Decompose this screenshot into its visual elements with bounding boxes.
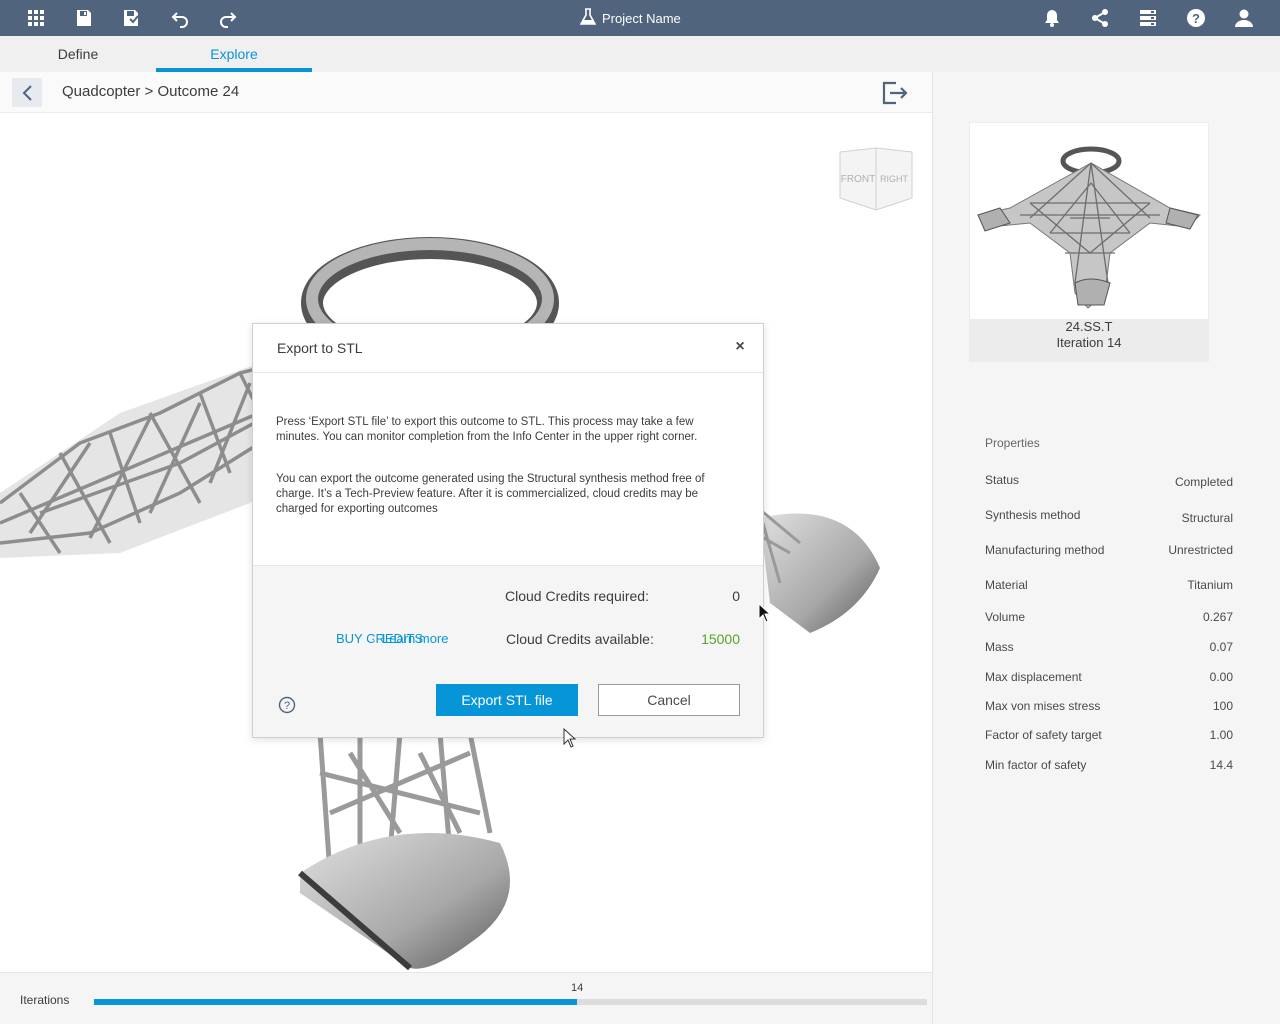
property-label: Mass [985,640,1014,654]
breadcrumb-bar: Quadcopter > Outcome 24 [0,72,932,113]
undo-icon[interactable] [166,4,194,32]
cancel-button[interactable]: Cancel [598,684,740,716]
tab-explore[interactable]: Explore [156,36,312,72]
viewcube-front-label[interactable]: FRONT [841,174,875,185]
iteration-bar: Iterations 14 [0,972,932,1024]
property-label: Max displacement [985,670,1082,684]
iteration-slider[interactable] [94,999,927,1005]
svg-text:?: ? [1192,11,1200,26]
viewcube-right-label[interactable]: RIGHT [880,174,909,184]
property-value: 14.4 [1209,758,1233,772]
dialog-title: Export to STL [277,340,363,356]
save-icon[interactable] [70,4,98,32]
credits-available-label: Cloud Credits available: [506,631,654,647]
property-value: Completed [1174,475,1233,489]
export-stl-button[interactable]: Export STL file [436,684,578,716]
outcome-card[interactable]: 24.SS.T Iteration 14 [969,122,1209,362]
view-cube[interactable]: FRONT RIGHT [836,142,914,212]
export-stl-dialog: Export to STL × Press ‘Export STL file’ … [252,323,764,738]
property-row: Status Completed [985,473,1233,489]
export-icon[interactable] [880,80,910,106]
top-bar: Project Name ? [0,0,1280,36]
outcome-card-title: 24.SS.T [1065,319,1113,334]
dialog-paragraph-1: Press ‘Export STL file’ to export this o… [276,416,698,443]
project-title: Project Name [579,7,681,29]
property-row: Min factor of safety 14.4 [985,758,1233,772]
property-value: Unrestricted [1168,543,1233,557]
link-separator: · [371,631,376,646]
iterations-label: Iterations [20,993,70,1007]
property-row: Synthesis method Structural [985,508,1233,525]
property-row: Manufacturing method Unrestricted [985,543,1233,557]
property-row: Factor of safety target 1.00 [985,728,1233,742]
property-value: 0.00 [1209,670,1233,684]
property-value: 100 [1212,699,1233,713]
credits-required-label: Cloud Credits required: [505,588,649,604]
svg-text:?: ? [284,700,290,712]
iteration-value: 14 [571,982,584,994]
save-as-icon[interactable] [117,4,145,32]
properties-heading: Properties [985,436,1040,450]
bell-icon[interactable] [1038,4,1066,32]
property-row: Max displacement 0.00 [985,670,1233,684]
breadcrumb: Quadcopter > Outcome 24 [62,83,240,100]
property-value: Titanium [1187,578,1233,592]
redo-icon[interactable] [214,4,242,32]
outcome-card-iteration: Iteration 14 [1056,335,1122,350]
tab-bar: Define Explore [0,36,1280,72]
property-value: 1.00 [1209,728,1233,742]
property-row: Material Titanium [985,578,1233,592]
back-button[interactable] [12,78,42,107]
property-label: Factor of safety target [985,728,1102,742]
close-icon[interactable]: × [733,339,747,355]
dialog-paragraph-2: You can export the outcome generated usi… [276,473,705,515]
iteration-slider-fill [94,999,578,1005]
outcome-thumbnail [970,123,1208,319]
user-icon[interactable] [1230,4,1258,32]
property-row: Max von mises stress 100 [985,699,1233,713]
property-value: Structural [1181,511,1233,525]
server-icon[interactable] [1134,4,1162,32]
property-label: Material [985,578,1028,592]
property-row: Volume 0.267 [985,610,1233,624]
help-icon[interactable]: ? [1182,4,1210,32]
dialog-footer: Cloud Credits required: 0 BUY CREDITS · … [253,565,763,737]
property-row: Mass 0.07 [985,640,1233,654]
outcome-panel: 24.SS.T Iteration 14 Properties Status Co… [933,72,1280,1024]
property-label: Min factor of safety [985,758,1087,772]
dialog-divider [253,372,763,373]
property-label: Volume [985,610,1026,624]
property-label: Status [985,473,1020,487]
property-value: 0.07 [1209,640,1233,654]
flask-icon [579,7,597,29]
property-label: Max von mises stress [985,699,1101,713]
property-label: Synthesis method [985,508,1081,522]
property-label: Manufacturing method [985,543,1105,557]
chevron-left-icon [22,84,32,101]
property-value: 0.267 [1202,610,1233,624]
project-name[interactable]: Project Name [602,11,681,26]
help-circle-icon[interactable]: ? [278,696,296,714]
credits-available-value: 15000 [701,631,740,647]
credits-required-value: 0 [732,588,740,604]
tab-define[interactable]: Define [0,36,156,72]
apps-grid-icon[interactable] [22,4,50,32]
learn-more-link[interactable]: Learn more [382,630,448,647]
share-icon[interactable] [1086,4,1114,32]
